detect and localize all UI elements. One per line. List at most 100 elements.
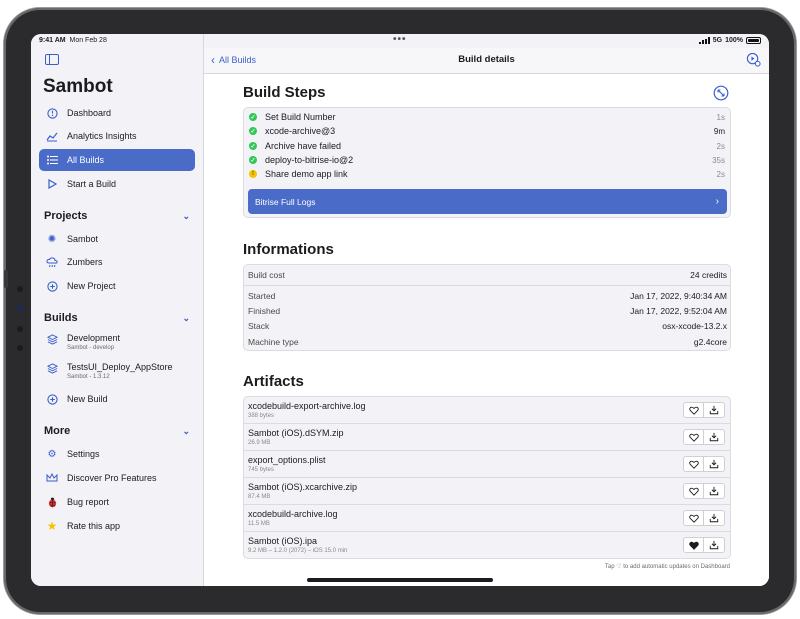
info-row-build-cost: Build cost 24 credits	[248, 270, 727, 280]
sidebar-item-project-sambot[interactable]: ✺ Sambot	[39, 228, 195, 250]
build-step[interactable]: ! Share demo app link 2s	[249, 167, 725, 181]
home-indicator[interactable]	[307, 578, 493, 582]
sidebar-item-label: All Builds	[67, 155, 105, 165]
sidebar-item-new-build[interactable]: New Build	[39, 388, 195, 410]
crown-icon	[46, 472, 58, 484]
status-time: 9:41 AM Mon Feb 28	[39, 37, 107, 44]
favorites-hint: Tap ♡ to add automatic updates on Dashbo…	[604, 564, 730, 570]
sidebar-item-all-builds[interactable]: All Builds	[39, 149, 195, 171]
download-icon[interactable]	[704, 537, 725, 553]
artifact-name: Sambot (iOS).ipa	[248, 536, 318, 546]
checkmark-icon: ✓	[249, 142, 257, 150]
build-step[interactable]: ✓ xcode-archive@3 9m	[249, 124, 725, 138]
download-icon[interactable]	[704, 429, 725, 445]
section-title: Builds	[44, 312, 78, 324]
star-icon: ★	[46, 519, 58, 533]
sidebar-item-build-testsui[interactable]: TestsUI_Deploy_AppStore Sambot - 1.3.12	[39, 359, 195, 387]
network-label: 5G	[712, 37, 723, 44]
artifact-row[interactable]: export_options.plist 745 bytes	[244, 451, 730, 478]
sidebar-item-build-development[interactable]: Development Sambot - develop	[39, 330, 195, 358]
builds-section-header[interactable]: Builds ⌄	[44, 312, 190, 324]
download-icon[interactable]	[704, 483, 725, 499]
artifact-row[interactable]: Sambot (iOS).dSYM.zip 26.9 MB	[244, 424, 730, 451]
info-label: Finished	[248, 306, 281, 316]
sidebar-item-project-zumbers[interactable]: Zumbers	[39, 251, 195, 273]
informations-card: Build cost 24 credits Started Jan 17, 20…	[243, 264, 731, 351]
chevron-right-icon: ›	[715, 196, 719, 207]
artifact-row[interactable]: Sambot (iOS).xcarchive.zip 87.4 MB	[244, 478, 730, 505]
heart-filled-icon[interactable]	[683, 537, 704, 553]
sidebar-item-analytics[interactable]: Analytics Insights	[39, 125, 195, 147]
build-step[interactable]: ✓ Set Build Number 1s	[249, 110, 725, 124]
sidebar-item-label: Discover Pro Features	[67, 473, 157, 483]
section-title: Projects	[44, 210, 88, 222]
artifact-row[interactable]: Sambot (iOS).ipa 9.2 MB – 1.2.0 (2072) –…	[244, 532, 730, 559]
step-duration: 35s	[712, 155, 725, 165]
artifact-name: export_options.plist	[248, 455, 326, 465]
plus-circle-icon	[46, 393, 58, 405]
sidebar-item-rate-app[interactable]: ★ Rate this app	[39, 515, 195, 537]
full-logs-button[interactable]: Bitrise Full Logs ›	[248, 189, 727, 214]
heart-icon[interactable]	[683, 483, 704, 499]
more-section-header[interactable]: More ⌄	[44, 425, 190, 437]
main-panel: ‹ All Builds Build details Build Steps ✓…	[204, 34, 769, 586]
download-icon[interactable]	[704, 456, 725, 472]
artifact-meta: 26.9 MB	[248, 440, 271, 446]
camera-dot	[17, 305, 23, 311]
sidebar: Sambot Dashboard Analytics Insights All …	[31, 34, 204, 586]
sidebar-item-pro-features[interactable]: Discover Pro Features	[39, 467, 195, 489]
step-name: Share demo app link	[265, 169, 348, 179]
download-icon[interactable]	[704, 510, 725, 526]
signal-icon	[698, 37, 710, 44]
artifacts-card: xcodebuild-export-archive.log 388 bytes …	[243, 396, 731, 559]
sidebar-item-label: Development	[67, 333, 121, 343]
download-icon[interactable]	[704, 402, 725, 418]
info-value: 24 credits	[690, 270, 727, 280]
projects-section-header[interactable]: Projects ⌄	[44, 210, 190, 222]
side-button	[4, 270, 8, 288]
divider	[244, 285, 730, 286]
info-row-started: Started Jan 17, 2022, 9:40:34 AM	[248, 291, 727, 301]
chart-icon	[46, 130, 58, 142]
ladybug-icon	[46, 496, 58, 508]
heart-icon[interactable]	[683, 402, 704, 418]
battery-icon	[746, 37, 761, 44]
expand-icon[interactable]	[713, 85, 729, 101]
sidebar-item-label: New Project	[67, 281, 116, 291]
sidebar-toggle-icon[interactable]	[45, 54, 59, 65]
sidebar-item-settings[interactable]: ⚙ Settings	[39, 443, 195, 465]
app-title: Sambot	[43, 76, 113, 97]
checkmark-icon: ✓	[249, 113, 257, 121]
sidebar-item-start-build[interactable]: Start a Build	[39, 173, 195, 195]
info-row-stack: Stack osx-xcode-13.2.x	[248, 321, 727, 331]
build-steps-title: Build Steps	[243, 84, 326, 101]
build-step[interactable]: ✓ deploy-to-bitrise-io@2 35s	[249, 153, 725, 167]
step-duration: 9m	[713, 126, 725, 136]
artifact-meta: 87.4 MB	[248, 494, 271, 500]
multitasking-dots-icon[interactable]: •••	[393, 34, 407, 45]
artifact-row[interactable]: xcodebuild-export-archive.log 388 bytes	[244, 397, 730, 424]
sidebar-item-dashboard[interactable]: Dashboard	[39, 102, 195, 124]
sidebar-item-bug-report[interactable]: Bug report	[39, 491, 195, 513]
build-step[interactable]: ✓ Archive have failed 2s	[249, 139, 725, 153]
heart-icon[interactable]	[683, 429, 704, 445]
battery-label: 100%	[725, 37, 743, 44]
artifact-row[interactable]: xcodebuild-archive.log 11.5 MB	[244, 505, 730, 532]
info-value: g2.4core	[693, 337, 727, 347]
screen: Sambot Dashboard Analytics Insights All …	[31, 34, 769, 586]
sidebar-item-new-project[interactable]: New Project	[39, 275, 195, 297]
artifact-meta: 745 bytes	[248, 467, 275, 473]
heart-icon[interactable]	[683, 510, 704, 526]
gear-icon: ⚙	[47, 448, 57, 460]
step-name: Archive have failed	[265, 141, 342, 151]
sidebar-item-label: Settings	[67, 449, 100, 459]
sensor-dot	[17, 326, 23, 332]
info-label: Stack	[248, 321, 270, 331]
plus-circle-icon	[46, 280, 58, 292]
step-name: xcode-archive@3	[265, 126, 336, 136]
sidebar-item-sub: Sambot - 1.3.12	[67, 374, 110, 380]
sidebar-item-label: Sambot	[67, 234, 99, 244]
step-name: Set Build Number	[265, 112, 336, 122]
heart-icon[interactable]	[683, 456, 704, 472]
play-gear-icon[interactable]	[746, 52, 761, 67]
